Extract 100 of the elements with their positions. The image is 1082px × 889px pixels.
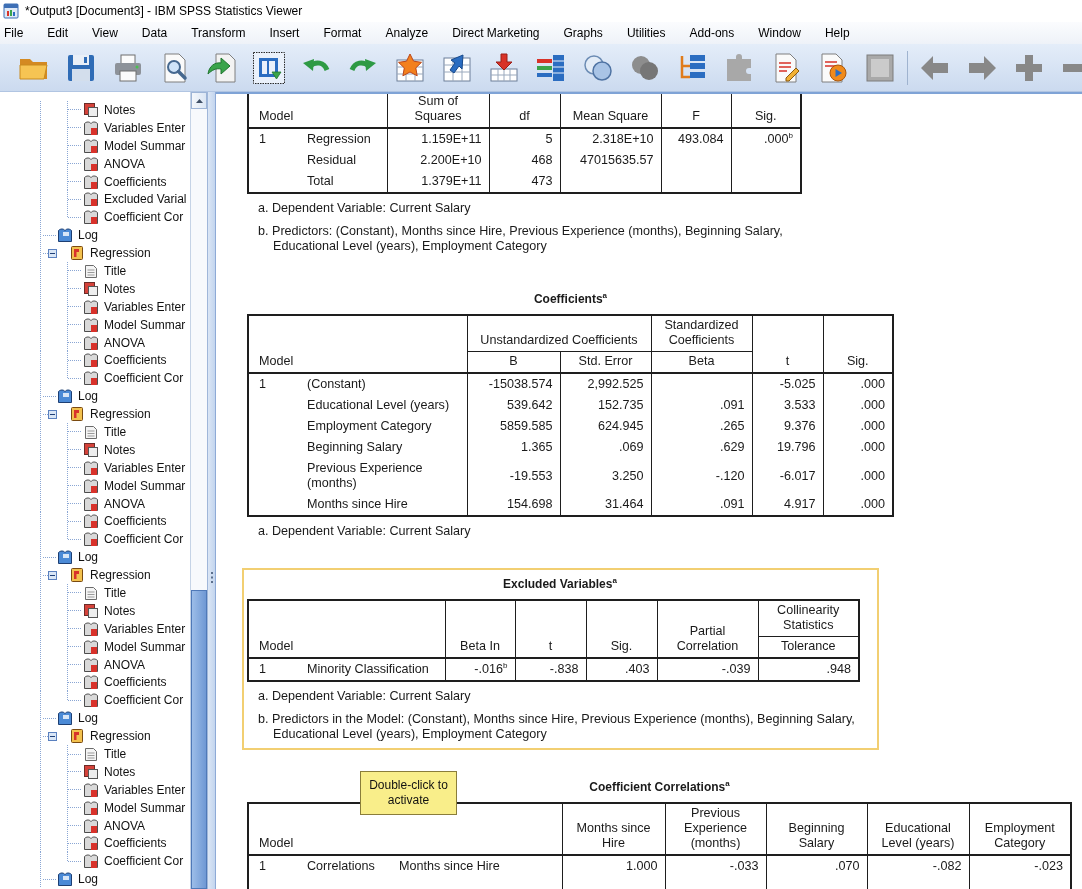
outline-item[interactable]: Coefficient Cor — [104, 532, 184, 547]
outline-item[interactable]: Coefficient Cor — [104, 210, 184, 225]
row-label: Educational Level (years) — [301, 395, 467, 416]
grid-down-arrow-icon[interactable] — [488, 51, 520, 84]
outline-item[interactable]: Model Summar — [104, 800, 186, 815]
outline-item[interactable]: Excluded Varial — [104, 192, 187, 207]
collapse-toggle[interactable] — [48, 409, 57, 419]
book-icon — [57, 388, 73, 405]
menu-item[interactable]: Edit — [47, 26, 69, 40]
table-book-icon — [83, 638, 99, 655]
table-cell: -6.017 — [752, 458, 823, 494]
row-label: Residual — [301, 150, 387, 171]
outline-item[interactable]: Regression — [90, 246, 151, 261]
menu-item[interactable]: Format — [323, 26, 362, 40]
outline-item[interactable]: ANOVA — [104, 657, 146, 672]
column-header: Sig. — [823, 315, 893, 373]
printer-icon[interactable] — [112, 51, 144, 84]
outline-item[interactable]: Title — [104, 586, 127, 600]
page-icon — [83, 423, 99, 440]
outline-item[interactable]: Coefficient Cor — [104, 371, 184, 386]
table-cell: 1.159E+11 — [387, 128, 489, 150]
menu-item[interactable]: Help — [824, 26, 850, 40]
outline-item[interactable]: Regression — [90, 568, 151, 583]
outline-item[interactable]: Coefficients — [104, 174, 167, 189]
outline-item[interactable]: Model Summar — [104, 138, 186, 153]
outline-item[interactable]: Log — [78, 389, 99, 404]
grid-arrow-icon[interactable] — [441, 51, 473, 84]
column-header: Beginning Salary — [766, 803, 867, 855]
outline-item[interactable]: Log — [78, 550, 99, 565]
menu-item[interactable]: Add-ons — [689, 26, 735, 40]
table-book-icon — [83, 352, 99, 369]
book-icon — [57, 227, 73, 244]
menu-item[interactable]: Utilities — [626, 26, 666, 40]
menu-item[interactable]: View — [92, 26, 118, 40]
table-cell: .000 — [823, 373, 893, 395]
menu-item[interactable]: Window — [758, 26, 801, 40]
column-header: t — [752, 315, 823, 373]
collapse-toggle[interactable] — [48, 731, 57, 741]
menu-item[interactable]: File — [4, 26, 24, 40]
outline-item[interactable]: Variables Enter — [104, 120, 186, 135]
outline-item[interactable]: Coefficients — [104, 675, 167, 690]
menu-item[interactable]: Data — [141, 26, 168, 40]
table-book-icon — [83, 155, 99, 172]
outline-item[interactable]: Coefficients — [104, 353, 167, 368]
outline-item[interactable]: Regression — [90, 729, 151, 744]
outline-item[interactable]: ANOVA — [104, 156, 146, 171]
outline-item[interactable]: Log — [78, 711, 99, 726]
table-cell: .000 — [823, 395, 893, 416]
outline-item[interactable]: ANOVA — [104, 335, 146, 350]
table-cell: 19.796 — [752, 437, 823, 458]
menu-item[interactable]: Direct Marketing — [452, 26, 540, 40]
outline-item[interactable]: Notes — [104, 281, 136, 296]
outline-item[interactable]: Coefficient Cor — [104, 854, 184, 869]
selected-output-frame[interactable] — [242, 568, 879, 750]
outline-item[interactable]: Notes — [104, 442, 136, 457]
outline-item[interactable]: Title — [104, 424, 127, 439]
outline-item[interactable]: Notes — [104, 603, 136, 618]
table-cell: 3.533 — [752, 395, 823, 416]
collapse-toggle[interactable] — [48, 248, 57, 258]
outline-item[interactable]: Variables Enter — [104, 621, 186, 636]
book-icon — [57, 549, 73, 566]
scroll-up-button[interactable] — [191, 92, 207, 109]
report-book-icon — [69, 728, 85, 745]
outline-item[interactable]: Coefficients — [104, 514, 167, 529]
menu-item[interactable]: Insert — [269, 26, 300, 40]
table-book-icon — [83, 799, 99, 816]
outline-item[interactable]: ANOVA — [104, 496, 146, 511]
outline-item[interactable]: Variables Enter — [104, 460, 186, 475]
outline-item[interactable]: Model Summar — [104, 478, 186, 493]
outline-item[interactable]: Model Summar — [104, 317, 186, 332]
outline-item[interactable]: Coefficients — [104, 836, 167, 851]
collapse-toggle[interactable] — [48, 570, 57, 580]
outline-item[interactable]: Model Summar — [104, 639, 186, 654]
table-book-icon — [83, 477, 99, 494]
column-header: Sum of Squares — [387, 94, 489, 128]
column-header: B — [467, 351, 560, 373]
table-cell: 624.945 — [560, 416, 651, 437]
outline-item[interactable]: Regression — [90, 407, 151, 422]
table-book-icon — [83, 835, 99, 852]
table-cell: 1 — [248, 373, 301, 395]
outline-item[interactable]: Notes — [104, 102, 136, 117]
menu-item[interactable]: Graphs — [563, 26, 603, 40]
table-cell: 4.917 — [752, 494, 823, 516]
scrollbar-thumb[interactable] — [191, 590, 207, 889]
outline-item[interactable]: Notes — [104, 764, 136, 779]
outline-item[interactable]: Log — [78, 872, 99, 887]
menu-item[interactable]: Analyze — [385, 26, 429, 40]
table-cell: -.082 — [867, 855, 969, 877]
outline-item[interactable]: Variables Enter — [104, 299, 186, 314]
outline-item[interactable]: Title — [104, 263, 127, 278]
star-grid-icon[interactable] — [394, 51, 426, 84]
outline-item[interactable]: Title — [104, 747, 127, 761]
menu-item[interactable]: Transform — [191, 26, 246, 40]
column-header: Months since Hire — [562, 803, 665, 855]
table-cell: .000 — [823, 494, 893, 516]
outline-item[interactable]: Variables Enter — [104, 782, 186, 797]
outline-item[interactable]: Log — [78, 228, 99, 243]
document-arrow-icon[interactable] — [206, 51, 238, 84]
outline-item[interactable]: ANOVA — [104, 818, 146, 833]
outline-item[interactable]: Coefficient Cor — [104, 693, 184, 708]
